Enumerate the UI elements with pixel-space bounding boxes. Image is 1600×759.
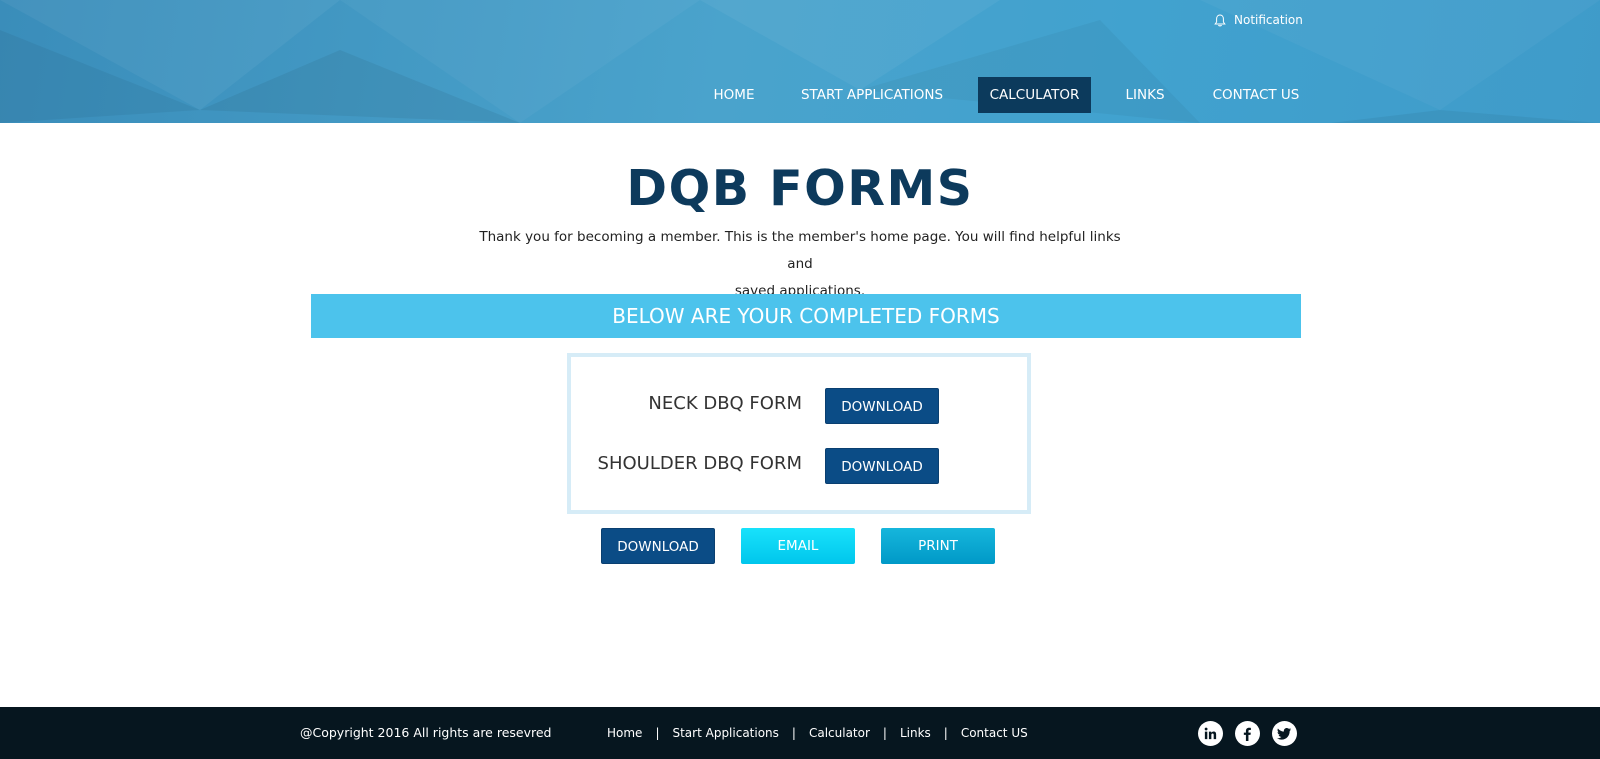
nav-item-home[interactable]: HOME bbox=[700, 77, 768, 113]
linkedin-icon[interactable] bbox=[1198, 720, 1223, 746]
completed-forms-list: NECK DBQ FORM DOWNLOAD SHOULDER DBQ FORM… bbox=[567, 353, 1031, 514]
nav-item-links[interactable]: LINKS bbox=[1116, 77, 1174, 113]
nav-item-calculator[interactable]: CALCULATOR bbox=[978, 77, 1091, 113]
site-footer: @Copyright 2016 All rights are resevred … bbox=[0, 707, 1600, 759]
social-links bbox=[1186, 707, 1297, 759]
download-all-button[interactable]: DOWNLOAD bbox=[601, 528, 715, 564]
form-name-neck: NECK DBQ FORM bbox=[648, 393, 802, 414]
footer-link-calculator[interactable]: Calculator bbox=[809, 726, 870, 740]
site-header: Notification HOME START APPLICATIONS CAL… bbox=[0, 0, 1600, 123]
footer-link-links[interactable]: Links bbox=[900, 726, 931, 740]
footer-nav: Home | Start Applications | Calculator |… bbox=[607, 707, 1028, 759]
download-neck-form-button[interactable]: DOWNLOAD bbox=[825, 388, 939, 424]
intro-line-1: Thank you for becoming a member. This is… bbox=[479, 229, 1121, 272]
notification-link[interactable]: Notification bbox=[1214, 12, 1303, 28]
footer-separator: | bbox=[791, 726, 796, 740]
bell-icon bbox=[1214, 13, 1226, 26]
main-nav: HOME START APPLICATIONS CALCULATOR LINKS… bbox=[0, 77, 1600, 113]
intro-text: Thank you for becoming a member. This is… bbox=[470, 224, 1130, 305]
notification-label: Notification bbox=[1234, 13, 1303, 27]
facebook-icon[interactable] bbox=[1235, 720, 1260, 746]
footer-link-start-applications[interactable]: Start Applications bbox=[672, 726, 778, 740]
footer-separator: | bbox=[882, 726, 887, 740]
download-shoulder-form-button[interactable]: DOWNLOAD bbox=[825, 448, 939, 484]
completed-forms-banner: BELOW ARE YOUR COMPLETED FORMS bbox=[311, 294, 1301, 338]
footer-separator: | bbox=[943, 726, 948, 740]
footer-link-contact-us[interactable]: Contact US bbox=[961, 726, 1028, 740]
form-name-shoulder: SHOULDER DBQ FORM bbox=[597, 453, 802, 474]
footer-separator: | bbox=[655, 726, 660, 740]
copyright-text: @Copyright 2016 All rights are resevred bbox=[300, 725, 552, 740]
twitter-icon[interactable] bbox=[1272, 720, 1297, 746]
print-button[interactable]: PRINT bbox=[881, 528, 995, 564]
footer-link-home[interactable]: Home bbox=[607, 726, 642, 740]
email-button[interactable]: EMAIL bbox=[741, 528, 855, 564]
nav-item-contact-us[interactable]: CONTACT US bbox=[1206, 77, 1306, 113]
page-title: DQB FORMS bbox=[626, 160, 974, 217]
nav-item-start-applications[interactable]: START APPLICATIONS bbox=[796, 77, 948, 113]
